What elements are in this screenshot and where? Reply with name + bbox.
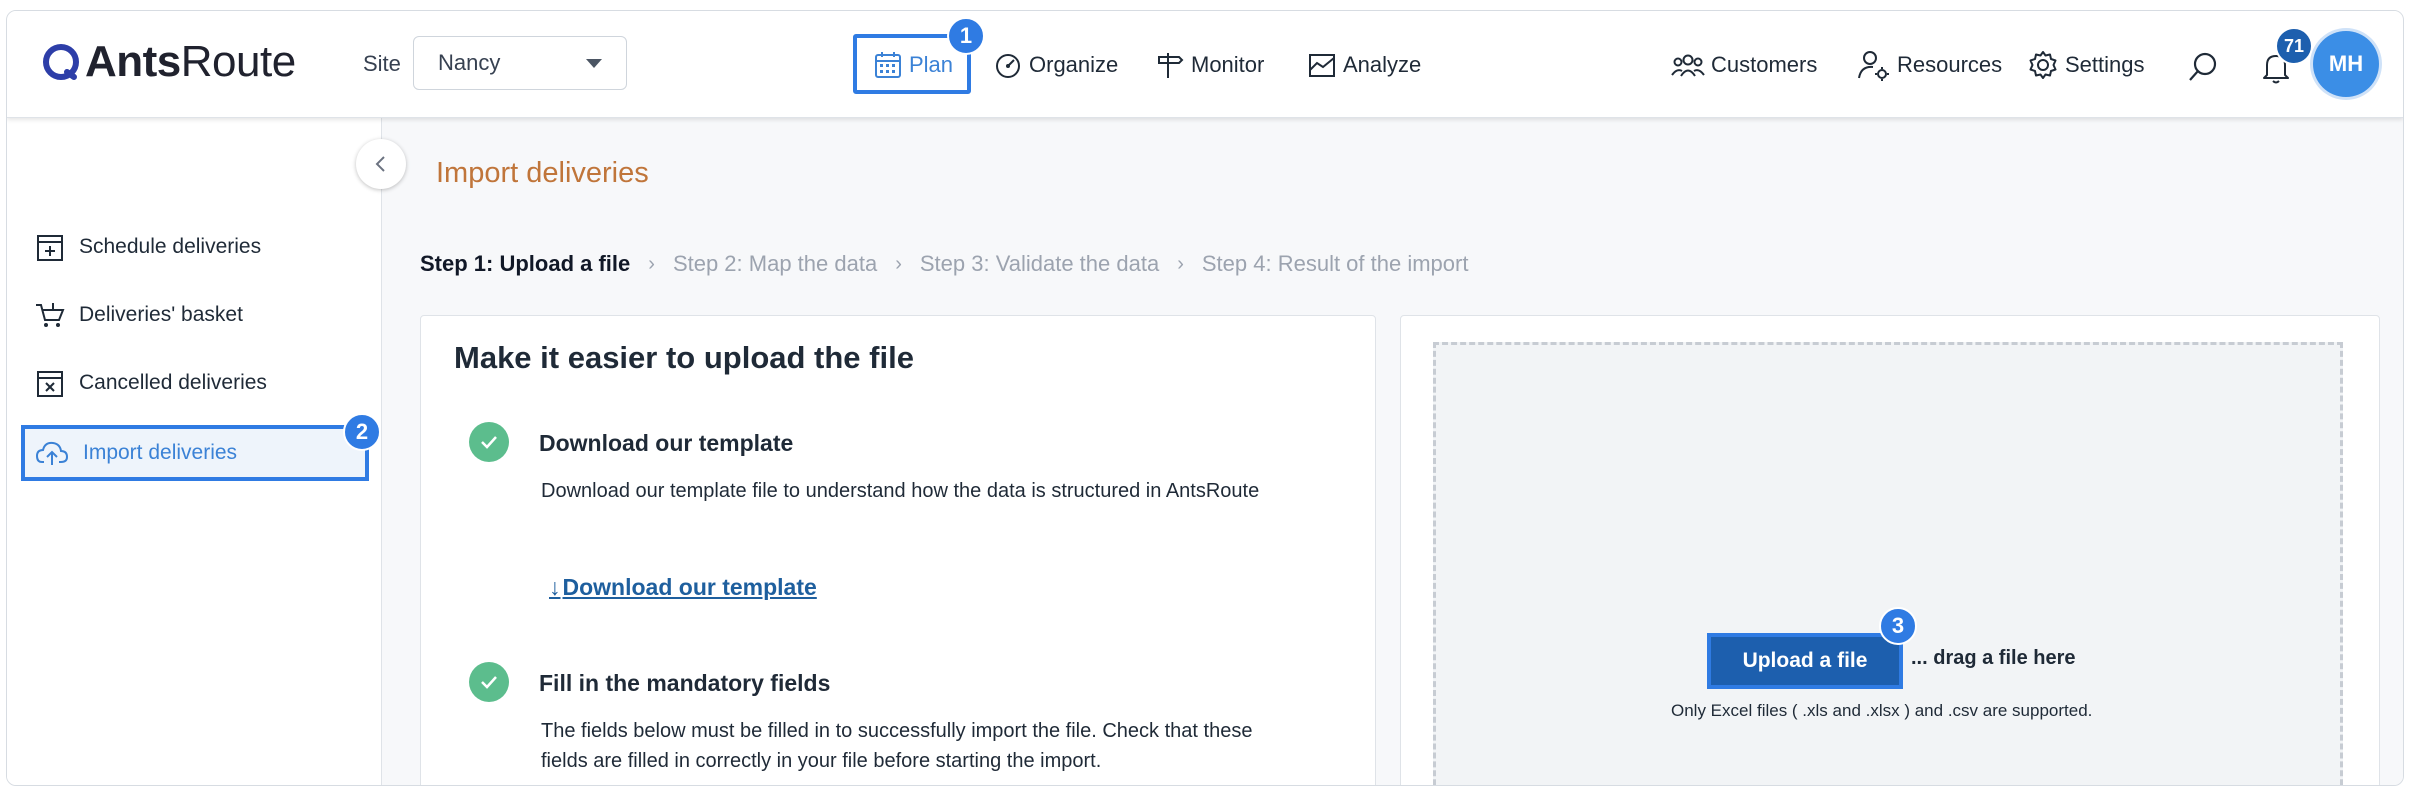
nav-monitor[interactable]: Monitor [1155, 45, 1264, 85]
download-template-link-label: Download our template [562, 574, 817, 600]
mandatory-fields-title: Fill in the mandatory fields [539, 670, 831, 696]
user-gear-icon [1858, 51, 1889, 81]
download-template-text: Download our template file to understand… [541, 480, 1260, 502]
help-card-title: Make it easier to upload the file [454, 340, 914, 375]
site-label: Site [363, 51, 401, 76]
download-template-title: Download our template [539, 430, 794, 456]
supported-formats-text: Only Excel files ( .xls and .xlsx ) and … [1671, 701, 2093, 720]
upload-file-button[interactable]: Upload a file [1707, 633, 1903, 689]
check-circle-icon [469, 662, 509, 702]
notification-count-badge: 71 [2275, 27, 2313, 65]
step-upload: Step 1: Upload a file [420, 251, 631, 276]
nav-settings-label: Settings [2065, 52, 2145, 77]
step-badge-1: 1 [947, 17, 985, 55]
chevron-left-icon [375, 156, 385, 172]
calendar-icon [875, 52, 901, 78]
nav-plan-label: Plan [909, 52, 954, 77]
step-badge-3: 3 [1879, 607, 1917, 645]
logo-mark-icon [43, 44, 79, 80]
cloud-upload-icon [35, 441, 69, 465]
sidebar-collapse-button[interactable] [356, 139, 406, 189]
sidebar-item-cancelled-deliveries[interactable]: Cancelled deliveries [35, 359, 267, 407]
import-stepper: Step 1: Upload a file › Step 2: Map the … [420, 251, 1468, 277]
nav-analyze-label: Analyze [1343, 52, 1422, 77]
calendar-plus-icon [37, 235, 63, 261]
mandatory-fields-text: The fields below must be filled in to su… [541, 720, 1253, 772]
top-navigation-bar: AntsRoute Site Nancy 1 Plan Organize Mon… [7, 11, 2403, 118]
help-card: Make it easier to upload the file Downlo… [420, 315, 1376, 785]
main-content: Step 1: Upload a file › Step 2: Map the … [382, 223, 2403, 785]
search-button[interactable] [2187, 51, 2219, 88]
nav-organize[interactable]: Organize [993, 45, 1118, 85]
chart-area-icon [1309, 54, 1335, 77]
speedometer-icon [996, 54, 1020, 78]
nav-organize-label: Organize [1029, 52, 1119, 77]
step-badge-2: 2 [343, 413, 381, 451]
site-select[interactable]: Nancy [413, 36, 627, 90]
chevron-right-icon: › [895, 252, 902, 275]
logo-text: AntsRoute [85, 37, 296, 86]
download-template-link[interactable]: ↓ Download our template [549, 574, 817, 601]
site-select-value: Nancy [438, 50, 501, 75]
sidebar-item-label: Deliveries' basket [79, 303, 243, 326]
sidebar-item-import-deliveries[interactable]: Import deliveries [35, 429, 237, 477]
nav-resources-label: Resources [1897, 52, 2003, 77]
sidebar-item-label: Cancelled deliveries [79, 371, 267, 394]
check-circle-icon [469, 422, 509, 462]
download-arrow-icon: ↓ [549, 574, 561, 600]
nav-settings[interactable]: Settings [2027, 45, 2145, 85]
antsroute-logo[interactable]: AntsRoute [41, 37, 296, 87]
step-validate: Step 3: Validate the data [919, 251, 1160, 276]
step-result: Step 4: Result of the import [1201, 251, 1469, 276]
basket-icon [36, 303, 65, 327]
app-window: AntsRoute Site Nancy 1 Plan Organize Mon… [6, 10, 2404, 786]
sidebar-item-schedule-deliveries[interactable]: Schedule deliveries [35, 223, 261, 271]
sidebar-item-deliveries-basket[interactable]: Deliveries' basket [35, 291, 243, 339]
page-title: Import deliveries [436, 157, 649, 189]
avatar[interactable]: MH [2313, 31, 2379, 97]
calendar-x-icon [37, 371, 63, 397]
nav-customers[interactable]: Customers [1671, 45, 1817, 85]
nav-monitor-label: Monitor [1191, 52, 1265, 77]
drag-file-text: ... drag a file here [1911, 647, 2076, 669]
nav-analyze[interactable]: Analyze [1307, 45, 1421, 85]
gear-icon [2029, 51, 2057, 79]
nav-customers-label: Customers [1711, 52, 1818, 77]
chevron-right-icon: › [648, 252, 655, 275]
users-group-icon [1671, 54, 1705, 77]
nav-resources[interactable]: Resources [1857, 45, 2002, 85]
nav-plan[interactable]: Plan [873, 45, 953, 85]
step-map: Step 2: Map the data [672, 251, 878, 276]
signpost-icon [1158, 53, 1184, 78]
search-icon [2189, 52, 2217, 81]
sidebar-item-label: Import deliveries [83, 441, 238, 464]
chevron-down-icon [586, 59, 602, 68]
page-header: Import deliveries [382, 117, 2403, 224]
chevron-right-icon: › [1177, 252, 1184, 275]
sidebar-item-label: Schedule deliveries [79, 235, 262, 258]
